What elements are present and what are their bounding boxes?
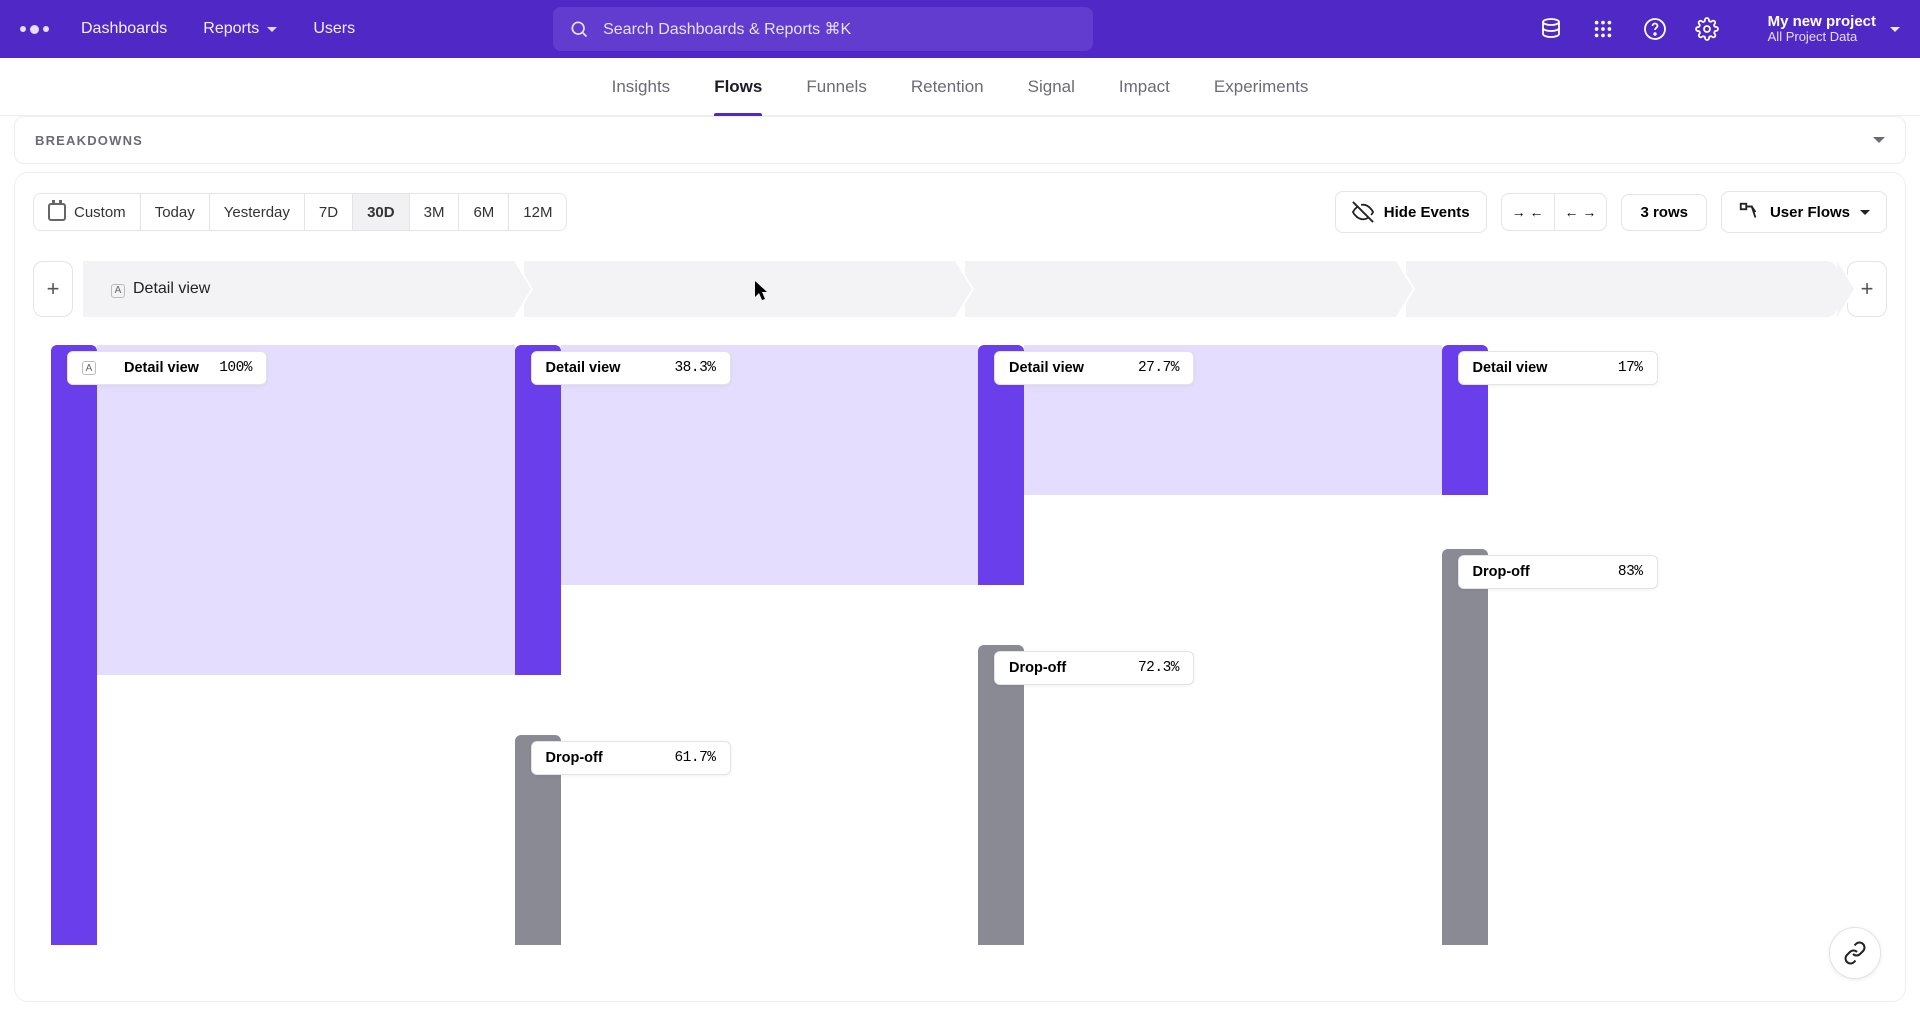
node-label: Detail view — [546, 360, 621, 376]
nav-reports-label: Reports — [203, 20, 259, 38]
date-30d[interactable]: 30D — [353, 194, 410, 230]
expand-button[interactable]: ← → — [1555, 194, 1607, 230]
nav-dashboards[interactable]: Dashboards — [63, 10, 185, 48]
global-search[interactable]: Search Dashboards & Reports ⌘K — [553, 7, 1093, 51]
date-yesterday[interactable]: Yesterday — [210, 194, 305, 230]
expand-collapse-control: → ← ← → — [1501, 193, 1608, 231]
step-header-row: + ADetail view + — [33, 261, 1887, 317]
flows-card: Custom Today Yesterday 7D 30D 3M 6M 12M … — [14, 172, 1906, 1002]
report-type-tabs: Insights Flows Funnels Retention Signal … — [0, 58, 1920, 116]
topbar-actions: My new project All Project Data — [1538, 13, 1908, 45]
search-icon — [569, 19, 589, 39]
node-tag: A — [82, 361, 96, 375]
tab-funnels[interactable]: Funnels — [806, 58, 866, 115]
date-custom[interactable]: Custom — [34, 194, 141, 230]
app-menu-dots-icon[interactable] — [12, 25, 63, 34]
flow-column-2: Detail view 27.7% Drop-off 72.3% — [960, 345, 1424, 945]
flow-column-1: Detail view 38.3% Drop-off 61.7% — [497, 345, 961, 945]
date-12m[interactable]: 12M — [509, 194, 566, 230]
breakdowns-label: BREAKDOWNS — [35, 133, 143, 148]
flow-node-dropoff[interactable]: Drop-off 61.7% — [531, 741, 731, 775]
date-3m[interactable]: 3M — [410, 194, 460, 230]
step-chevron-3[interactable] — [1406, 261, 1837, 317]
breakdowns-panel[interactable]: BREAKDOWNS — [14, 116, 1906, 164]
tab-flows[interactable]: Flows — [714, 58, 762, 115]
settings-gear-icon[interactable] — [1694, 16, 1720, 42]
project-name: My new project — [1768, 13, 1876, 30]
link-icon — [1843, 941, 1867, 965]
detail-bar[interactable] — [515, 345, 561, 675]
flow-mode-selector[interactable]: User Flows — [1721, 191, 1887, 233]
date-today[interactable]: Today — [141, 194, 210, 230]
project-picker[interactable]: My new project All Project Data — [1746, 13, 1900, 45]
help-icon[interactable] — [1642, 16, 1668, 42]
node-label: Detail view — [1473, 360, 1548, 376]
flow-column-3: Detail view 17% Drop-off 83% — [1424, 345, 1888, 945]
top-nav-bar: Dashboards Reports Users Search Dashboar… — [0, 0, 1920, 58]
eye-off-icon — [1352, 201, 1374, 223]
chevron-down-icon — [267, 27, 277, 32]
step-label: Detail view — [133, 280, 210, 297]
node-label: Drop-off — [1009, 660, 1066, 676]
nav-reports[interactable]: Reports — [185, 10, 295, 48]
dropoff-bar[interactable] — [1442, 549, 1488, 945]
nav-users[interactable]: Users — [295, 10, 373, 48]
tab-experiments[interactable]: Experiments — [1214, 58, 1308, 115]
step-tag: A — [111, 284, 125, 298]
add-step-left-button[interactable]: + — [33, 261, 73, 317]
hide-events-label: Hide Events — [1384, 204, 1470, 221]
flow-node-detail[interactable]: Detail view 38.3% — [531, 351, 731, 385]
tab-retention[interactable]: Retention — [911, 58, 984, 115]
flow-band — [97, 345, 515, 675]
flow-node-dropoff[interactable]: Drop-off 72.3% — [994, 651, 1194, 685]
apps-grid-icon[interactable] — [1590, 16, 1616, 42]
node-label: Drop-off — [1473, 564, 1530, 580]
calendar-icon — [48, 203, 66, 221]
flow-column-0: A Detail view 100% — [33, 345, 497, 945]
user-flow-chart: A Detail view 100% Detail view 38.3% Dro… — [33, 345, 1887, 945]
flow-node-detail[interactable]: Detail view 27.7% — [994, 351, 1194, 385]
date-6m[interactable]: 6M — [459, 194, 509, 230]
link-or-attachment-fab[interactable] — [1829, 927, 1881, 979]
flow-node-dropoff[interactable]: Drop-off 83% — [1458, 555, 1658, 589]
flowchart-icon — [1738, 201, 1760, 223]
flow-node-detail[interactable]: A Detail view 100% — [67, 351, 267, 385]
node-pct: 72.3% — [1138, 660, 1179, 676]
rows-selector[interactable]: 3 rows — [1621, 194, 1707, 231]
node-label: Detail view — [124, 360, 199, 376]
toolbar: Custom Today Yesterday 7D 30D 3M 6M 12M … — [33, 191, 1887, 233]
date-range-segmented: Custom Today Yesterday 7D 30D 3M 6M 12M — [33, 193, 567, 231]
collapse-button[interactable]: → ← — [1502, 194, 1555, 230]
step-chevron-0[interactable]: A Detail view — [83, 261, 514, 317]
project-sub: All Project Data — [1768, 30, 1876, 45]
node-pct: 100% — [219, 360, 252, 376]
node-label: Drop-off — [546, 750, 603, 766]
dropoff-bar[interactable] — [978, 645, 1024, 945]
node-pct: 83% — [1618, 564, 1643, 580]
hide-events-toggle[interactable]: Hide Events — [1335, 191, 1487, 233]
mouse-cursor-icon — [755, 281, 769, 306]
tab-impact[interactable]: Impact — [1119, 58, 1170, 115]
chevron-down-icon — [1890, 27, 1900, 32]
step-chevron-1[interactable] — [524, 261, 955, 317]
chevron-down-icon — [1860, 210, 1870, 215]
node-pct: 17% — [1618, 360, 1643, 376]
date-7d[interactable]: 7D — [305, 194, 353, 230]
node-pct: 38.3% — [674, 360, 715, 376]
database-icon[interactable] — [1538, 16, 1564, 42]
node-pct: 27.7% — [1138, 360, 1179, 376]
flow-mode-label: User Flows — [1770, 204, 1850, 221]
step-chevron-2[interactable] — [965, 261, 1396, 317]
node-pct: 61.7% — [674, 750, 715, 766]
flow-node-detail[interactable]: Detail view 17% — [1458, 351, 1658, 385]
tab-signal[interactable]: Signal — [1028, 58, 1075, 115]
chevron-down-icon — [1873, 137, 1885, 143]
tab-insights[interactable]: Insights — [612, 58, 671, 115]
primary-nav: Dashboards Reports Users — [63, 10, 373, 48]
detail-bar[interactable] — [51, 345, 97, 945]
node-label: Detail view — [1009, 360, 1084, 376]
search-placeholder: Search Dashboards & Reports ⌘K — [603, 19, 851, 39]
